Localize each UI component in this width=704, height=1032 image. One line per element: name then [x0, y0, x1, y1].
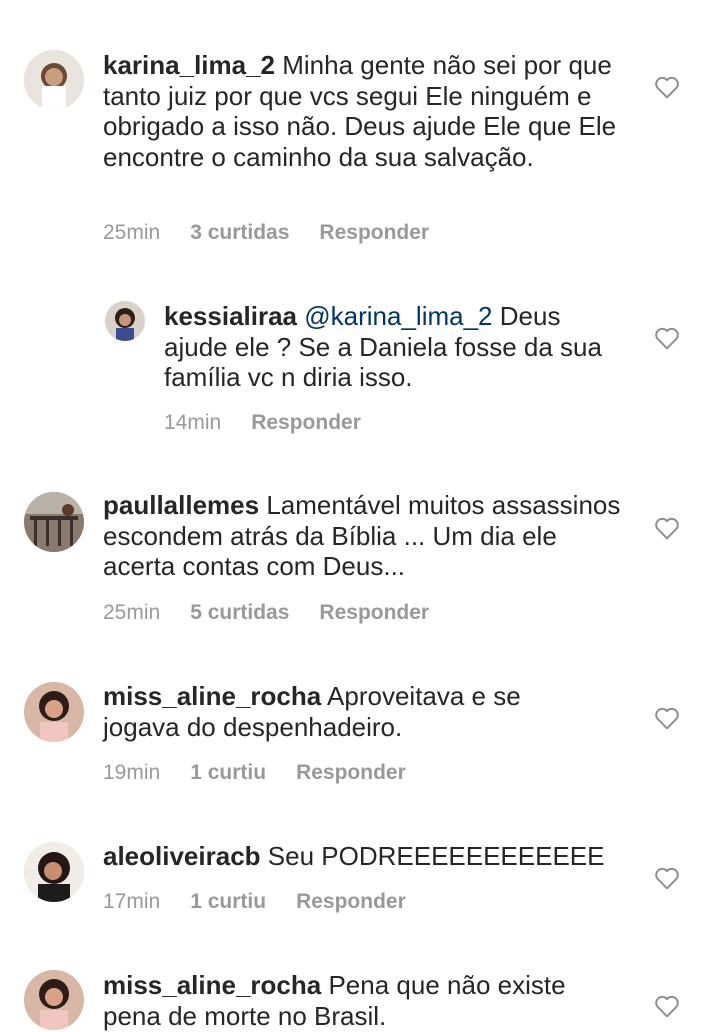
timestamp: 25min [103, 221, 161, 244]
comment-reply: kessialiraa @karina_lima_2 Deus ajude el… [0, 270, 704, 470]
avatar[interactable] [24, 682, 84, 742]
reply-button[interactable]: Responder [319, 221, 429, 245]
comment-meta: 19min 1 curtiu Responder [103, 761, 436, 785]
username-link[interactable]: aleoliveiracb [103, 841, 261, 871]
comment: paullallemes Lamentável muitos assassino… [0, 470, 704, 670]
timestamp: 17min [103, 890, 161, 913]
reply-button[interactable]: Responder [296, 761, 406, 785]
reply-button[interactable]: Responder [296, 890, 406, 914]
username-link[interactable]: miss_aline_rocha [103, 681, 321, 711]
comment-body: Seu PODREEEEEEEEEEEE [267, 841, 605, 871]
timestamp: 14min [164, 411, 222, 434]
like-heart-icon[interactable] [654, 516, 680, 540]
comment-text: miss_aline_rocha Aproveitava e se jogava… [103, 681, 603, 742]
likes-count[interactable]: 5 curtidas [190, 601, 289, 625]
like-heart-icon[interactable] [654, 75, 680, 99]
likes-count[interactable]: 3 curtidas [190, 221, 289, 245]
comment: miss_aline_rocha Aproveitava e se jogava… [0, 670, 704, 830]
avatar[interactable] [24, 970, 84, 1030]
like-heart-icon[interactable] [654, 866, 680, 890]
reply-button[interactable]: Responder [319, 601, 429, 625]
comment-text: paullallemes Lamentável muitos assassino… [103, 490, 623, 582]
avatar[interactable] [24, 50, 84, 110]
comment-meta: 25min 5 curtidas Responder [103, 601, 459, 625]
comment: karina_lima_2 Minha gente não sei por qu… [0, 0, 704, 270]
comment-meta: 25min 3 curtidas Responder [103, 221, 459, 245]
avatar[interactable] [24, 842, 84, 902]
likes-count[interactable]: 1 curtiu [190, 761, 266, 785]
username-link[interactable]: paullallemes [103, 490, 259, 520]
timestamp: 19min [103, 761, 161, 784]
username-link[interactable]: karina_lima_2 [103, 50, 275, 80]
likes-count[interactable]: 1 curtiu [190, 890, 266, 914]
comment: miss_aline_rocha Pena que não existe pen… [0, 960, 704, 1032]
comment-meta: 14min Responder [164, 411, 391, 435]
like-heart-icon[interactable] [654, 706, 680, 730]
comment-text: karina_lima_2 Minha gente não sei por qu… [103, 50, 623, 172]
comment-text: aleoliveiracb Seu PODREEEEEEEEEEEE [103, 841, 623, 872]
reply-button[interactable]: Responder [251, 411, 361, 435]
username-link[interactable]: kessialiraa [164, 301, 297, 331]
comment-meta: 17min 1 curtiu Responder [103, 890, 436, 914]
like-heart-icon[interactable] [654, 326, 680, 350]
like-heart-icon[interactable] [654, 994, 680, 1018]
timestamp: 25min [103, 601, 161, 624]
mention-link[interactable]: @karina_lima_2 [304, 301, 492, 331]
comment: aleoliveiracb Seu PODREEEEEEEEEEEE 17min… [0, 830, 704, 960]
comment-text: miss_aline_rocha Pena que não existe pen… [103, 970, 603, 1031]
avatar[interactable] [105, 301, 145, 341]
username-link[interactable]: miss_aline_rocha [103, 970, 321, 1000]
comment-text: kessialiraa @karina_lima_2 Deus ajude el… [164, 301, 604, 393]
avatar[interactable] [24, 492, 84, 552]
